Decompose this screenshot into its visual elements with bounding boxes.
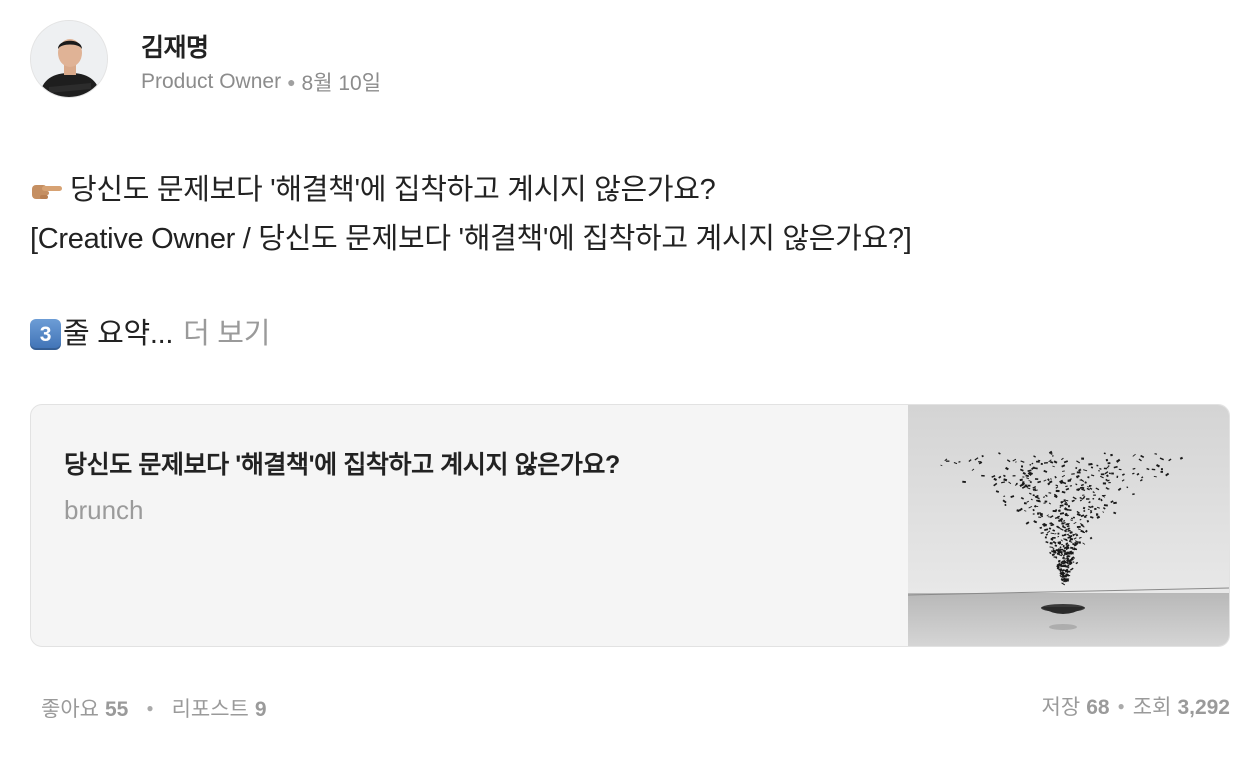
author-name[interactable]: 김재명 [141,28,209,64]
link-card-thumbnail [908,405,1229,646]
author-role: Product Owner [141,70,282,93]
post-line-3: 3 줄 요약... 더 보기 [30,310,912,359]
post-line-1-text: 당신도 문제보다 '해결책'에 집착하고 계시지 않은가요? [70,174,716,206]
likes-count: 55 [104,698,129,721]
views-stat: 조회 3,292 [1133,691,1230,721]
reposts-count: 9 [254,698,267,721]
see-more-link[interactable]: 더 보기 [183,310,270,359]
post-date: 8월 10일 [301,72,382,95]
reposts-label: 리포스트 [171,698,249,721]
keycap-3-icon: 3 [30,319,61,350]
author-meta: Product Owner ● 8월 10일 [141,67,381,97]
art-installation-thumbnail-icon [908,405,1229,646]
feed-post: 김재명 Product Owner ● 8월 10일 당신도 문제보다 '해결책… [0,0,1258,762]
reposts-stat[interactable]: 리포스트 9 [172,693,267,723]
saves-count: 68 [1086,696,1110,719]
likes-stat[interactable]: 좋아요 55 [41,693,128,723]
post-line-2-text: [Creative Owner / 당신도 문제보다 '해결책'에 집착하고 계… [30,223,912,255]
post-body: 당신도 문제보다 '해결책'에 집착하고 계시지 않은가요? [Creative… [30,166,912,359]
views-label: 조회 [1132,696,1172,719]
separator-dot: ● [287,74,296,90]
link-card-title: 당신도 문제보다 '해결책'에 집착하고 계시지 않은가요? [64,451,620,479]
link-card-source: brunch [64,495,144,525]
separator-dot: ● [1117,699,1125,713]
post-line-2: [Creative Owner / 당신도 문제보다 '해결책'에 집착하고 계… [30,215,912,264]
views-count: 3,292 [1177,696,1230,719]
saves-stat[interactable]: 저장 68 [1042,691,1110,721]
avatar-photo-icon [31,21,107,97]
separator-dot: ● [146,701,154,715]
avatar[interactable] [30,20,108,98]
pointing-right-icon [30,180,64,202]
saves-label: 저장 [1041,696,1081,719]
engagement-stats: 좋아요 55 ● 리포스트 9 [41,693,267,723]
post-line-1: 당신도 문제보다 '해결책'에 집착하고 계시지 않은가요? [30,166,912,215]
reach-stats: 저장 68 ● 조회 3,292 [1042,691,1230,721]
likes-label: 좋아요 [41,698,99,721]
link-preview-card[interactable]: 당신도 문제보다 '해결책'에 집착하고 계시지 않은가요? brunch [30,404,1230,647]
post-line-3-text: 줄 요약... [63,318,174,350]
